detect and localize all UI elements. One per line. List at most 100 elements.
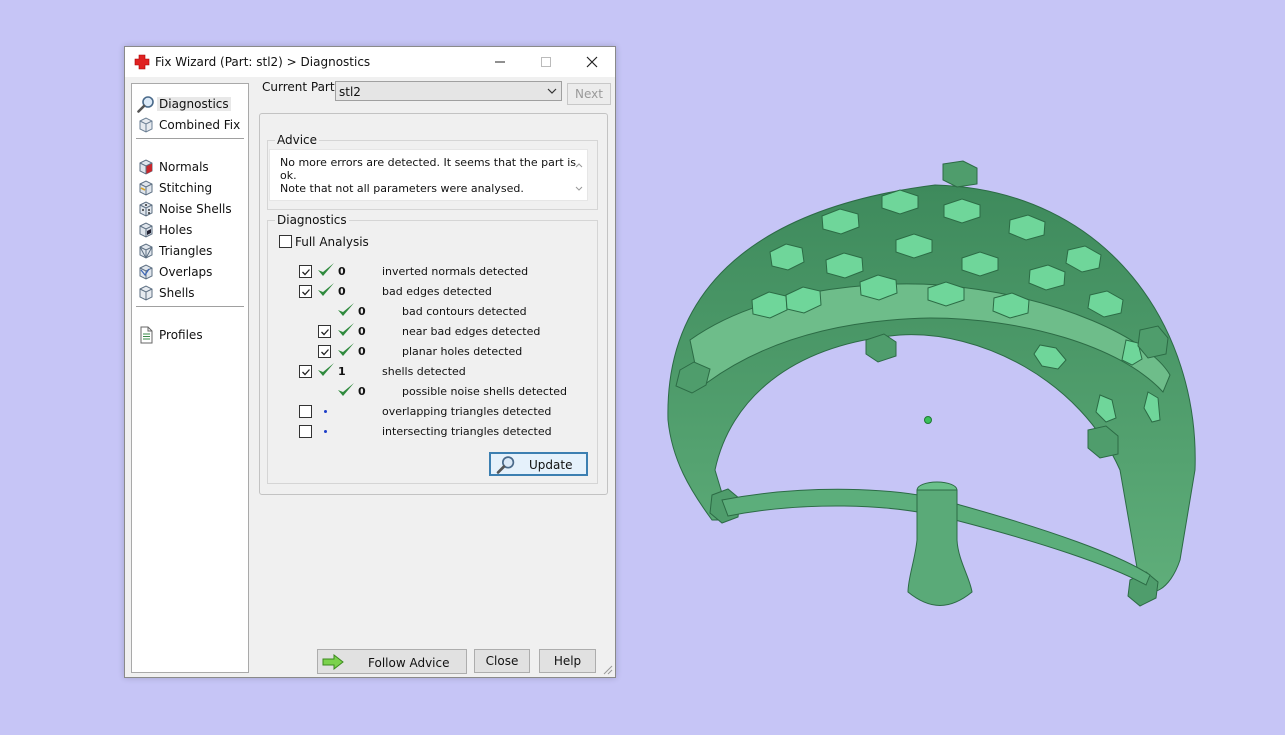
ok-check-icon xyxy=(318,263,334,276)
nav-label: Holes xyxy=(159,223,193,237)
close-window-button[interactable] xyxy=(569,47,615,77)
wizard-nav-panel: Diagnostics Combined Fix Normals Stitchi… xyxy=(131,83,249,673)
near-bad-edges-checkbox[interactable] xyxy=(318,325,331,338)
title-bar: Fix Wizard (Part: stl2) > Diagnostics xyxy=(125,47,615,77)
nav-label: Stitching xyxy=(159,181,213,195)
label-near-bad-edges: near bad edges detected xyxy=(402,325,541,338)
chevron-down-icon xyxy=(547,88,557,94)
follow-advice-button[interactable]: Follow Advice xyxy=(317,649,467,674)
bad-edges-checkbox[interactable] xyxy=(299,285,312,298)
triangles-cube-icon xyxy=(139,243,153,259)
checkmark-icon xyxy=(321,349,329,356)
close-button[interactable]: Close xyxy=(474,649,530,673)
label-inverted-normals: inverted normals detected xyxy=(382,265,529,278)
nav-item-normals[interactable]: Normals xyxy=(136,157,246,177)
pending-dot-icon xyxy=(324,410,327,413)
model-viewport[interactable] xyxy=(640,140,1220,620)
planar-holes-checkbox[interactable] xyxy=(318,345,331,358)
nav-item-overlaps[interactable]: Overlaps xyxy=(136,262,246,282)
nav-item-holes[interactable]: Holes xyxy=(136,220,246,240)
count-bad-contours: 0 xyxy=(358,305,366,318)
label-intersecting-triangles: intersecting triangles detected xyxy=(382,425,552,438)
follow-advice-label: Follow Advice xyxy=(368,656,450,670)
magnifier-icon xyxy=(137,96,154,113)
nav-label: Triangles xyxy=(159,244,213,258)
resize-grip-icon[interactable] xyxy=(602,664,613,675)
magnifier-icon xyxy=(496,456,515,474)
count-noise-shells: 0 xyxy=(358,385,366,398)
green-lattice-model xyxy=(667,160,1196,607)
count-bad-edges: 0 xyxy=(338,285,346,298)
close-button-label: Close xyxy=(485,654,519,668)
nav-separator xyxy=(136,306,244,307)
nav-separator xyxy=(136,138,244,139)
update-button-label: Update xyxy=(529,458,573,472)
help-button[interactable]: Help xyxy=(539,649,596,673)
count-shells: 1 xyxy=(338,365,346,378)
inverted-normals-checkbox[interactable] xyxy=(299,265,312,278)
scroll-up-icon[interactable] xyxy=(575,162,583,168)
count-planar-holes: 0 xyxy=(358,345,366,358)
maximize-icon xyxy=(541,57,551,67)
pending-dot-icon xyxy=(324,430,327,433)
label-noise-shells: possible noise shells detected xyxy=(402,385,568,398)
nav-item-shells[interactable]: Shells xyxy=(136,283,246,303)
shells-cube-icon xyxy=(139,285,153,301)
update-button[interactable]: Update xyxy=(489,452,588,476)
count-near-bad-edges: 0 xyxy=(358,325,366,338)
ok-check-icon xyxy=(338,303,354,316)
advice-textbox[interactable]: No more errors are detected. It seems th… xyxy=(269,149,588,201)
label-shells: shells detected xyxy=(382,365,466,378)
ok-check-icon xyxy=(338,323,354,336)
nav-label: Normals xyxy=(159,160,209,174)
nav-label: Shells xyxy=(159,286,195,300)
shells-checkbox[interactable] xyxy=(299,365,312,378)
checkmark-icon xyxy=(302,369,310,376)
close-icon xyxy=(586,56,598,68)
window-title: Fix Wizard (Part: stl2) > Diagnostics xyxy=(155,55,371,69)
green-arrow-right-icon xyxy=(322,654,344,670)
ok-check-icon xyxy=(318,363,334,376)
minimize-icon xyxy=(495,61,505,63)
nav-item-combined-fix[interactable]: Combined Fix xyxy=(136,115,246,135)
cube-icon xyxy=(139,117,153,133)
next-button[interactable]: Next xyxy=(567,83,611,105)
help-button-label: Help xyxy=(553,654,582,668)
maximize-button[interactable] xyxy=(523,47,569,77)
nav-item-diagnostics[interactable]: Diagnostics xyxy=(136,94,246,114)
full-analysis-checkbox[interactable] xyxy=(279,235,292,248)
count-inverted-normals: 0 xyxy=(338,265,346,278)
minimize-button[interactable] xyxy=(477,47,523,77)
nav-item-stitching[interactable]: Stitching xyxy=(136,178,246,198)
checkmark-icon xyxy=(302,269,310,276)
red-cross-icon xyxy=(134,54,150,70)
advice-text: No more errors are detected. It seems th… xyxy=(280,156,577,195)
document-icon xyxy=(140,326,153,344)
diagnostics-group-title: Diagnostics xyxy=(275,213,349,227)
label-planar-holes: planar holes detected xyxy=(402,345,523,358)
nav-label: Combined Fix xyxy=(159,118,241,132)
ok-check-icon xyxy=(338,343,354,356)
checkmark-icon xyxy=(321,329,329,336)
nav-item-noise-shells[interactable]: Noise Shells xyxy=(136,199,246,219)
nav-item-profiles[interactable]: Profiles xyxy=(136,325,246,345)
nav-label: Overlaps xyxy=(159,265,213,279)
label-bad-edges: bad edges detected xyxy=(382,285,492,298)
label-overlapping-triangles: overlapping triangles detected xyxy=(382,405,552,418)
nav-label: Diagnostics xyxy=(157,97,231,111)
normals-cube-icon xyxy=(139,159,153,175)
fix-wizard-dialog: Fix Wizard (Part: stl2) > Diagnostics Di… xyxy=(124,46,616,678)
next-button-label: Next xyxy=(575,87,603,101)
overlapping-triangles-checkbox[interactable] xyxy=(299,405,312,418)
intersecting-triangles-checkbox[interactable] xyxy=(299,425,312,438)
checkmark-icon xyxy=(302,289,310,296)
nav-label: Noise Shells xyxy=(159,202,232,216)
nav-label: Profiles xyxy=(159,328,203,342)
noise-shells-cube-icon xyxy=(139,201,153,217)
stitching-cube-icon xyxy=(139,180,153,196)
scroll-down-icon[interactable] xyxy=(575,186,583,192)
advice-group-title: Advice xyxy=(275,133,320,147)
overlaps-cube-icon xyxy=(139,264,153,280)
nav-item-triangles[interactable]: Triangles xyxy=(136,241,246,261)
current-part-select[interactable]: stl2 xyxy=(335,81,562,101)
